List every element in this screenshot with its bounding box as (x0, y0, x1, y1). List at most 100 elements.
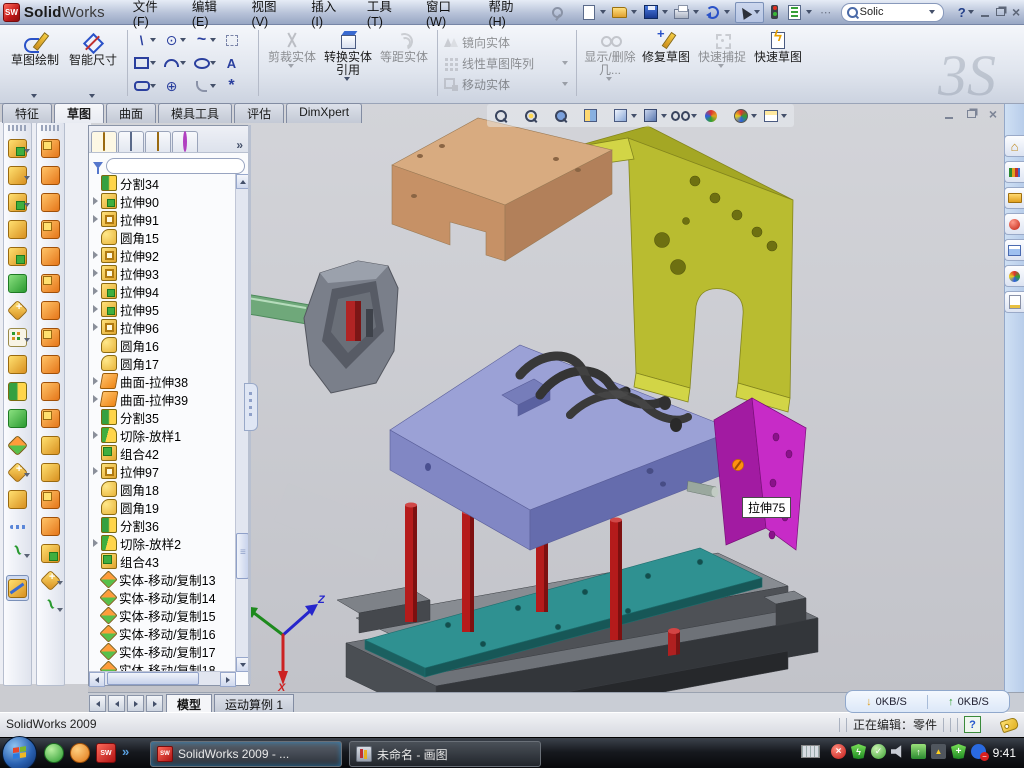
toolbar-icon[interactable] (8, 247, 27, 266)
dropdown-caret-icon[interactable] (210, 38, 216, 42)
command-tab[interactable]: 模具工具 (158, 103, 232, 123)
filter-icon[interactable] (93, 162, 103, 169)
toolbar-grip[interactable] (8, 125, 27, 131)
dropdown-caret-icon[interactable] (781, 114, 787, 118)
toolbar-icon[interactable] (8, 355, 27, 374)
toolbar-icon[interactable] (41, 247, 60, 266)
tree-item[interactable]: 圆角17 (91, 354, 236, 372)
dropdown-caret-icon[interactable] (631, 10, 637, 14)
toolbar-icon[interactable] (7, 300, 28, 321)
security-shield-tray-icon[interactable] (851, 744, 866, 759)
menu-item[interactable]: 帮助(H) (486, 0, 524, 31)
dropdown-caret-icon[interactable] (180, 61, 186, 65)
hide-show-items-icon[interactable] (671, 107, 690, 125)
tree-item[interactable]: 实体-移动/复制16 (91, 624, 236, 642)
tree-item[interactable]: 组合43 (91, 552, 236, 570)
toolbar-icon[interactable] (10, 525, 26, 529)
edit-appearance-icon[interactable] (701, 107, 720, 125)
close-button[interactable]: × (1008, 4, 1024, 20)
new-file-icon[interactable] (580, 3, 598, 21)
search-caret-icon[interactable] (929, 10, 935, 14)
feature-manager-tab[interactable] (91, 131, 117, 152)
tree-item[interactable]: 拉伸94 (91, 282, 236, 300)
menu-item[interactable]: 视图(V) (250, 0, 288, 31)
quick-snaps-button[interactable]: 快速捕捉 (694, 26, 750, 100)
toolbar-icon[interactable] (8, 274, 27, 293)
dropdown-caret-icon[interactable] (31, 94, 37, 98)
apply-scene-icon[interactable] (731, 107, 750, 125)
tree-item[interactable]: 实体-移动/复制13 (91, 570, 236, 588)
tree-item[interactable]: 拉伸96 (91, 318, 236, 336)
toolbar-icon[interactable] (8, 220, 27, 239)
dropdown-caret-icon[interactable] (57, 608, 63, 612)
toolbar-icon[interactable] (41, 436, 60, 455)
keyboard-tray-icon[interactable] (801, 745, 820, 758)
messenger-quicklaunch-icon[interactable] (44, 743, 64, 763)
toolbar-icon[interactable] (41, 463, 60, 482)
view-palette-icon[interactable] (1004, 239, 1024, 261)
command-tab[interactable]: 草图 (54, 103, 104, 123)
task-button[interactable]: 未命名 - 画图 (349, 741, 541, 767)
dropdown-caret-icon[interactable] (24, 149, 30, 153)
appearances-icon[interactable] (1004, 213, 1024, 235)
dropdown-caret-icon[interactable] (150, 84, 156, 88)
toolbar-icon[interactable] (41, 517, 60, 536)
mirror-entities-button[interactable]: 镜向实体 (443, 34, 571, 51)
toolbar-icon[interactable] (41, 139, 60, 158)
toolbar-icon[interactable] (8, 490, 27, 509)
options-icon[interactable] (786, 3, 804, 21)
panel-splitter-handle[interactable] (244, 383, 258, 431)
toolbar-icon[interactable] (8, 382, 27, 401)
dropdown-caret-icon[interactable] (24, 338, 30, 342)
expand-arrow-icon[interactable] (93, 395, 98, 403)
configuration-manager-tab[interactable] (145, 131, 171, 152)
solidworks-quicklaunch-icon[interactable]: SW (96, 743, 116, 763)
tree-item[interactable]: 圆角19 (91, 498, 236, 516)
trade-quicklaunch-icon[interactable] (70, 743, 90, 763)
menu-item[interactable]: 工具(T) (365, 0, 402, 31)
menu-item[interactable]: 文件(F) (131, 0, 168, 31)
zoom-area-icon[interactable] (521, 107, 540, 125)
toolbar-icon[interactable] (7, 435, 28, 456)
toolbar-icon[interactable] (41, 382, 60, 401)
dropdown-caret-icon[interactable] (724, 10, 730, 14)
command-tab[interactable]: 特征 (2, 103, 52, 123)
dropdown-caret-icon[interactable] (751, 114, 757, 118)
toolbar-icon[interactable] (41, 274, 60, 293)
toolbar-icon[interactable] (41, 409, 60, 428)
expand-arrow-icon[interactable] (93, 215, 98, 223)
more-tools-icon[interactable]: ⋯ (817, 3, 835, 21)
sync-tray-icon[interactable] (971, 744, 986, 759)
dropdown-caret-icon[interactable] (210, 61, 216, 65)
network-tray-icon[interactable] (911, 744, 926, 759)
prev-tab-button[interactable] (108, 695, 125, 712)
red-cylinder[interactable] (668, 628, 680, 656)
dropdown-caret-icon[interactable] (57, 581, 63, 585)
design-library-icon[interactable] (1004, 161, 1024, 183)
rectangle-icon[interactable] (133, 55, 150, 71)
line-icon[interactable] (133, 32, 150, 48)
tree-item[interactable]: 分割36 (91, 516, 236, 534)
restore-button[interactable] (992, 4, 1008, 20)
property-manager-tab[interactable] (118, 131, 144, 152)
dropdown-caret-icon[interactable] (693, 10, 699, 14)
measure-button-pressed[interactable] (6, 575, 29, 601)
dropdown-caret-icon[interactable] (806, 10, 812, 14)
dropdown-caret-icon[interactable] (150, 38, 156, 42)
solidworks-resources-icon[interactable] (1004, 135, 1024, 157)
toolbar-icon[interactable] (41, 220, 60, 239)
toolbar-icon[interactable] (41, 544, 60, 563)
dropdown-caret-icon[interactable] (89, 94, 95, 98)
scroll-right-button[interactable] (220, 672, 236, 687)
dropdown-caret-icon[interactable] (691, 114, 697, 118)
selection-box-icon[interactable] (223, 32, 240, 48)
repair-sketch-button[interactable]: 修复草图 (638, 26, 694, 100)
expand-arrow-icon[interactable] (93, 323, 98, 331)
tree-item[interactable]: 拉伸95 (91, 300, 236, 318)
toolbar-icon[interactable] (41, 301, 60, 320)
expand-arrow-icon[interactable] (93, 377, 98, 385)
first-tab-button[interactable] (89, 695, 106, 712)
circle-icon[interactable] (163, 32, 180, 48)
warning-tray-icon[interactable] (931, 744, 946, 759)
menu-item[interactable]: 插入(I) (309, 0, 343, 31)
